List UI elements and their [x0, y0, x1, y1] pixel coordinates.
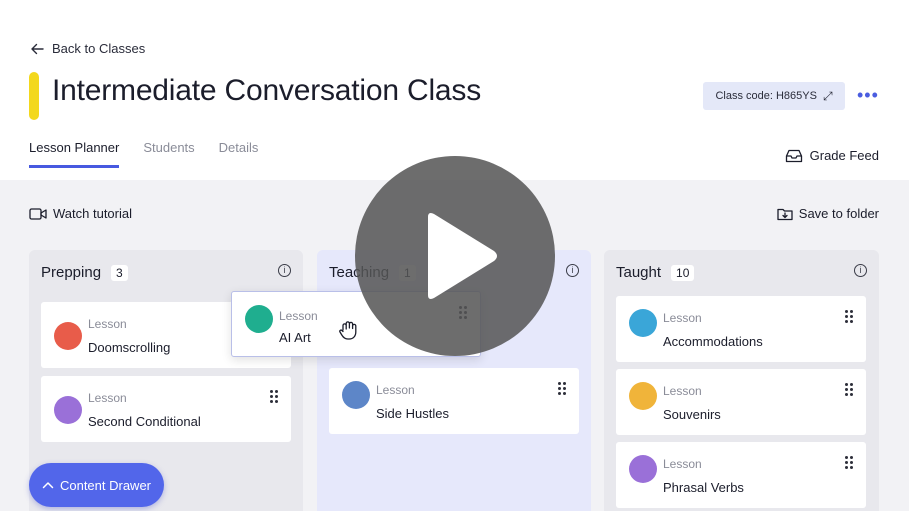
play-video-button[interactable] — [355, 156, 555, 356]
document-icon — [54, 396, 82, 424]
column-taught: Taught 10 i Lesson Accommodations Lesson… — [604, 250, 879, 511]
card-title: Phrasal Verbs — [663, 480, 744, 495]
column-header: Taught 10 — [616, 264, 695, 281]
phone-scroll-icon — [54, 322, 82, 350]
back-to-classes-link[interactable]: Back to Classes — [30, 41, 145, 56]
card-title: Souvenirs — [663, 407, 721, 422]
page-title: Intermediate Conversation Class — [52, 74, 482, 107]
grab-hand-cursor-icon — [339, 321, 357, 340]
grade-feed-label: Grade Feed — [809, 148, 879, 163]
play-icon — [428, 213, 497, 299]
lesson-card-side-hustles[interactable]: Lesson Side Hustles — [329, 368, 579, 434]
card-kind: Lesson — [279, 309, 318, 323]
save-to-folder-button[interactable]: Save to folder — [777, 206, 879, 221]
people-icon — [342, 381, 370, 409]
class-code-button[interactable]: Class code: H865YS ⤢ — [703, 82, 845, 110]
column-count-badge: 10 — [671, 264, 695, 281]
card-kind: Lesson — [663, 457, 702, 471]
document-icon — [629, 455, 657, 483]
card-kind: Lesson — [663, 311, 702, 325]
class-code-label: Class code: H865YS — [715, 90, 817, 102]
card-title: Second Conditional — [88, 414, 201, 429]
card-kind: Lesson — [376, 383, 415, 397]
arrow-left-icon — [31, 43, 44, 54]
column-count-badge: 3 — [111, 264, 128, 281]
hotel-icon — [629, 309, 657, 337]
robot-icon — [245, 305, 273, 333]
tab-lesson-planner[interactable]: Lesson Planner — [29, 140, 120, 168]
watch-tutorial-label: Watch tutorial — [53, 206, 132, 221]
card-kind: Lesson — [88, 317, 127, 331]
info-icon[interactable]: i — [278, 264, 291, 277]
card-kind: Lesson — [88, 391, 127, 405]
tab-details[interactable]: Details — [219, 140, 259, 168]
drag-handle-icon[interactable] — [845, 383, 853, 396]
chevron-up-icon — [42, 482, 54, 489]
watch-tutorial-button[interactable]: Watch tutorial — [29, 206, 132, 221]
video-camera-icon — [29, 207, 47, 220]
grade-feed-button[interactable]: Grade Feed — [785, 148, 879, 163]
lesson-card-second-conditional[interactable]: Lesson Second Conditional — [41, 376, 291, 442]
content-drawer-label: Content Drawer — [59, 477, 152, 493]
column-title: Taught — [616, 264, 662, 281]
info-icon[interactable]: i — [854, 264, 867, 277]
more-options-button[interactable]: ••• — [857, 86, 879, 104]
back-label: Back to Classes — [52, 41, 146, 56]
column-header: Prepping 3 — [41, 264, 128, 281]
card-kind: Lesson — [663, 384, 702, 398]
info-icon[interactable]: i — [566, 264, 579, 277]
class-color-bar — [29, 72, 39, 120]
souvenir-icon — [629, 382, 657, 410]
inbox-icon — [785, 149, 802, 162]
card-title: AI Art — [279, 330, 311, 345]
lesson-card-souvenirs[interactable]: Lesson Souvenirs — [616, 369, 866, 435]
card-title: Side Hustles — [376, 406, 449, 421]
card-title: Accommodations — [663, 334, 763, 349]
drag-handle-icon[interactable] — [270, 390, 278, 403]
content-drawer-button[interactable]: Content Drawer — [29, 463, 164, 507]
save-to-folder-label: Save to folder — [798, 206, 879, 221]
lesson-card-accommodations[interactable]: Lesson Accommodations — [616, 296, 866, 362]
drag-handle-icon[interactable] — [558, 382, 566, 395]
drag-handle-icon[interactable] — [845, 456, 853, 469]
card-title: Doomscrolling — [88, 340, 171, 355]
drag-handle-icon[interactable] — [845, 310, 853, 323]
lesson-card-phrasal-verbs[interactable]: Lesson Phrasal Verbs — [616, 442, 866, 508]
tab-students[interactable]: Students — [143, 140, 194, 168]
tab-bar: Lesson Planner Students Details — [29, 140, 258, 168]
folder-download-icon — [777, 208, 793, 220]
column-title: Prepping — [41, 264, 102, 281]
expand-icon: ⤢ — [822, 88, 833, 103]
